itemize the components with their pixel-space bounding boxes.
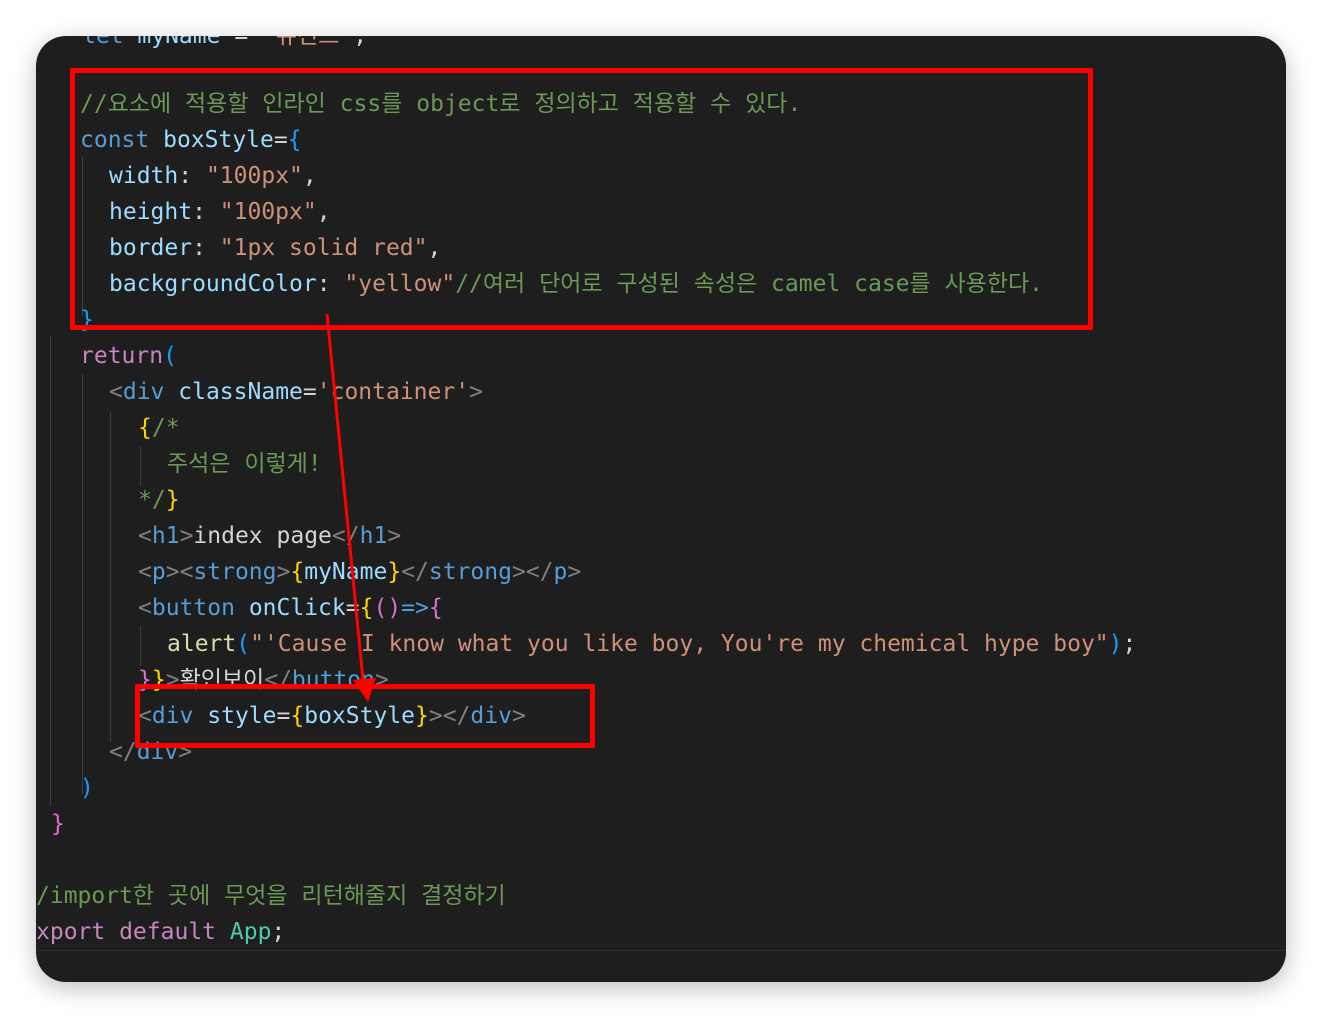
annotation-arrow	[325, 313, 376, 702]
